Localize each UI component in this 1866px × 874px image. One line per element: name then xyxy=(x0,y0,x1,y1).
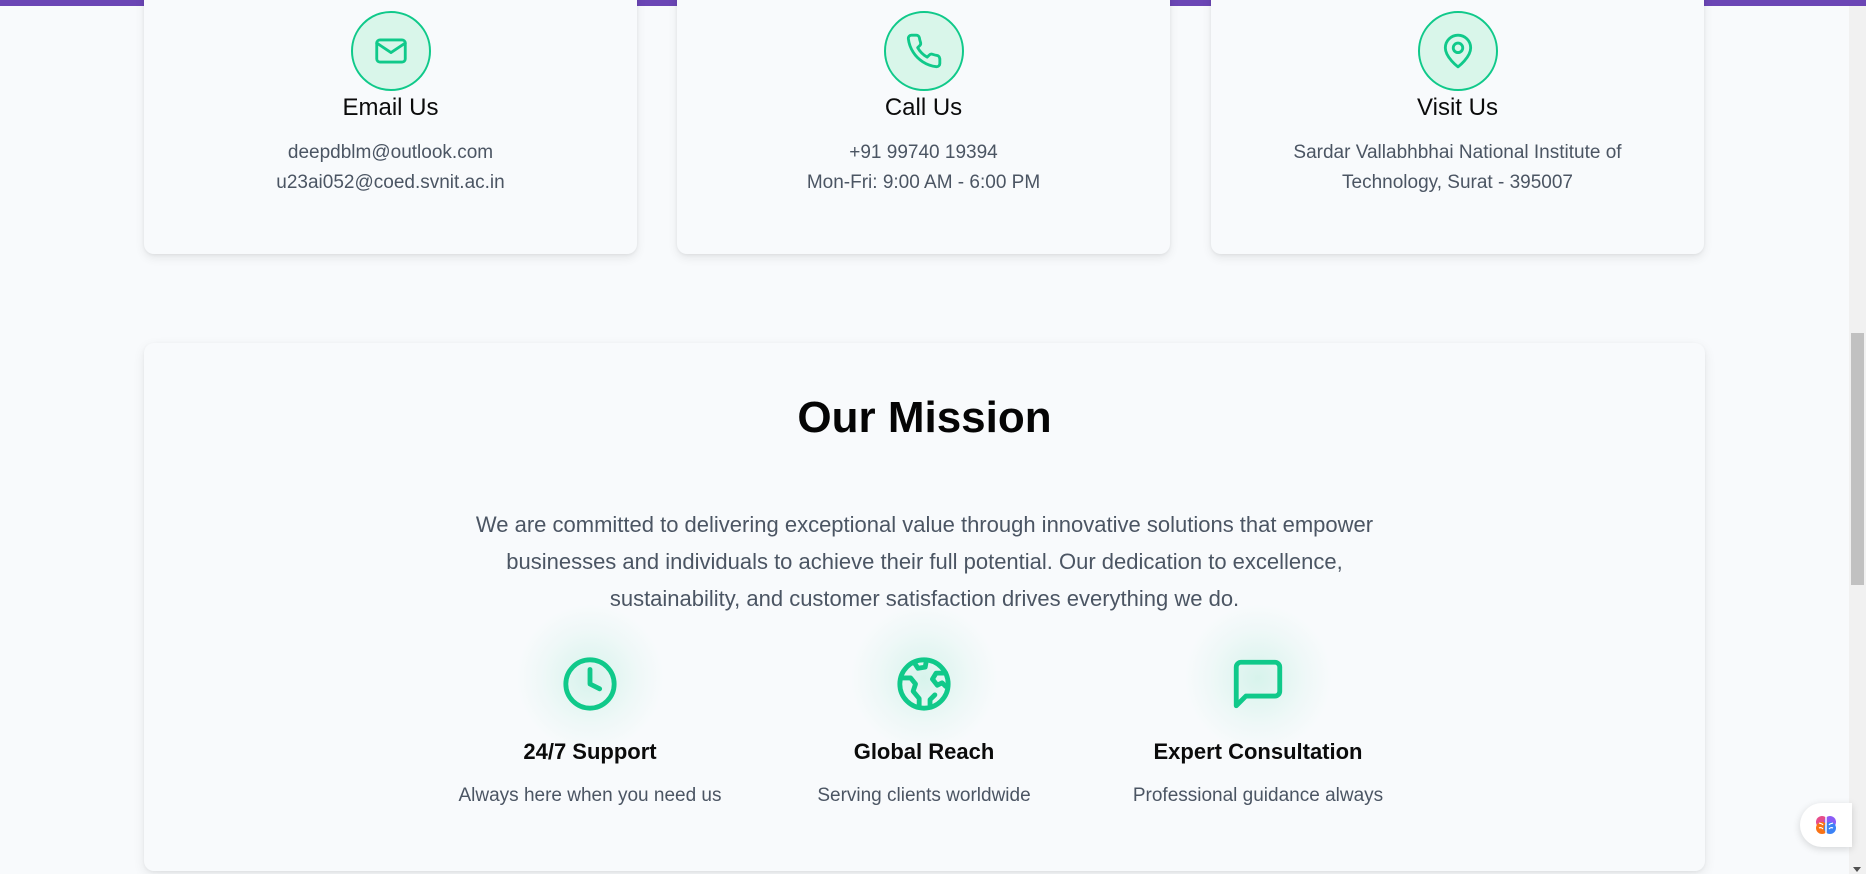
scrollbar-thumb[interactable] xyxy=(1851,333,1864,585)
contact-title: Call Us xyxy=(884,94,963,121)
phone-icon xyxy=(883,11,964,91)
vertical-scrollbar[interactable] xyxy=(1849,6,1866,874)
mission-title: Our Mission xyxy=(797,393,1052,442)
feature-title: Expert Consultation xyxy=(1153,739,1363,764)
contact-card-address: Visit Us Sardar Vallabhbhai National Ins… xyxy=(1211,0,1704,254)
phone-number[interactable]: +91 99740 19394 xyxy=(707,138,1140,168)
contact-title: Email Us xyxy=(342,94,439,121)
mission-description: We are committed to delivering exception… xyxy=(475,512,1374,611)
feature-subtitle: Professional guidance always xyxy=(1132,785,1384,806)
office-hours: Mon-Fri: 9:00 AM - 6:00 PM xyxy=(806,172,1041,193)
mail-icon xyxy=(350,11,431,91)
contact-details: Sardar Vallabhbhai National Institute of… xyxy=(1211,138,1704,198)
contact-details: deepdblm@outlook.com u23ai052@coed.svnit… xyxy=(144,138,637,198)
map-pin-icon xyxy=(1417,11,1498,91)
email-primary[interactable]: deepdblm@outlook.com xyxy=(174,138,607,168)
contact-title: Visit Us xyxy=(1417,94,1498,121)
contact-card-phone: Call Us +91 99740 19394 Mon-Fri: 9:00 AM… xyxy=(677,0,1170,254)
feature-title: 24/7 Support xyxy=(523,739,657,764)
mission-section: Our Mission We are committed to deliveri… xyxy=(144,343,1705,871)
brain-icon xyxy=(1816,816,1836,834)
feature-subtitle: Always here when you need us xyxy=(458,785,722,806)
contact-card-email: Email Us deepdblm@outlook.com u23ai052@c… xyxy=(144,0,637,254)
feature-title: Global Reach xyxy=(853,739,995,764)
chat-bubble-icon xyxy=(1233,659,1283,709)
contact-details: +91 99740 19394 Mon-Fri: 9:00 AM - 6:00 … xyxy=(677,138,1170,198)
feature-subtitle: Serving clients worldwide xyxy=(817,785,1031,806)
globe-icon xyxy=(897,657,951,711)
email-secondary[interactable]: u23ai052@coed.svnit.ac.in xyxy=(174,168,607,198)
scroll-down-arrow[interactable] xyxy=(1853,867,1861,872)
address-text: Sardar Vallabhbhai National Institute of… xyxy=(1293,142,1622,193)
clock-icon xyxy=(563,657,617,711)
page-content: Email Us deepdblm@outlook.com u23ai052@c… xyxy=(0,0,1849,874)
assistant-button[interactable] xyxy=(1800,803,1852,847)
